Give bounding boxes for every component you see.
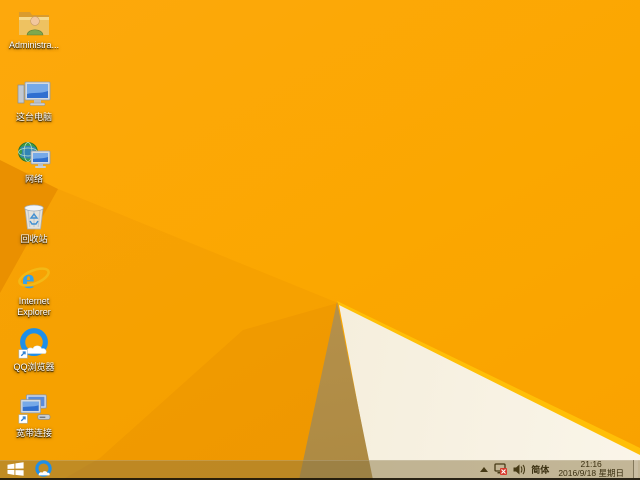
desktop-icon-label: 网络 <box>24 174 43 184</box>
show-desktop-button[interactable] <box>633 460 638 478</box>
desktop-icon-network[interactable]: 网络 <box>2 140 66 185</box>
desktop-icon-label: 这台电脑 <box>15 112 52 122</box>
desktop-icon-label: Administra... <box>8 40 59 50</box>
broadband-shortcut-icon <box>17 394 51 426</box>
desktop-icon-administrator[interactable]: Administra... <box>2 6 66 51</box>
desktop-icon-label: 回收站 <box>20 234 48 244</box>
start-button[interactable] <box>0 460 30 478</box>
chevron-up-icon <box>480 466 489 472</box>
taskbar: 简体 21:16 2016/9/18 星期日 <box>0 459 640 480</box>
wallpaper-facet-left <box>0 160 58 293</box>
desktop-icon-label: QQ浏览器 <box>13 362 55 372</box>
wallpaper-facet-edge <box>337 301 640 459</box>
desktop-icon-label: 宽带连接 <box>15 428 52 438</box>
recycle-bin-icon <box>17 200 51 232</box>
wallpaper-facet-tan <box>299 302 373 480</box>
qq-browser-icon <box>17 328 51 360</box>
windows-logo-icon <box>7 462 24 476</box>
desktop-icon-this-pc[interactable]: 这台电脑 <box>2 78 66 123</box>
desktop-icon-internet-explorer[interactable]: e Internet Explorer <box>2 262 66 317</box>
desktop-icon-label: Internet Explorer <box>17 296 51 317</box>
ime-indicator[interactable]: 简体 <box>531 463 549 476</box>
system-tray: 简体 21:16 2016/9/18 星期日 <box>480 459 640 479</box>
network-disconnected-icon <box>494 463 508 475</box>
wallpaper-facet-lower <box>0 189 338 480</box>
desktop[interactable]: Administra... 这台电脑 网络 回收站 e Internet Exp… <box>0 0 640 480</box>
taskbar-item-qq-browser[interactable] <box>30 460 56 478</box>
hidden-icons-chevron[interactable] <box>480 466 489 472</box>
desktop-icon-qq-browser[interactable]: QQ浏览器 <box>2 328 66 373</box>
volume-icon <box>513 464 526 474</box>
volume-button[interactable] <box>513 464 526 475</box>
ie-icon: e <box>17 262 51 294</box>
desktop-icon-recycle-bin[interactable]: 回收站 <box>2 200 66 245</box>
desktop-icon-broadband[interactable]: 宽带连接 <box>2 394 66 439</box>
clock-date: 2016/9/18 星期日 <box>558 468 624 478</box>
tray-clock[interactable]: 21:16 2016/9/18 星期日 <box>555 459 627 479</box>
network-status-button[interactable] <box>494 463 508 475</box>
svg-text:e: e <box>22 264 34 294</box>
qq-browser-icon <box>34 460 52 477</box>
user-folder-icon <box>17 6 51 38</box>
computer-icon <box>17 78 51 110</box>
wallpaper-facet-cream <box>339 305 640 480</box>
wallpaper-facet-bottom <box>62 303 338 480</box>
network-globe-icon <box>17 140 51 172</box>
